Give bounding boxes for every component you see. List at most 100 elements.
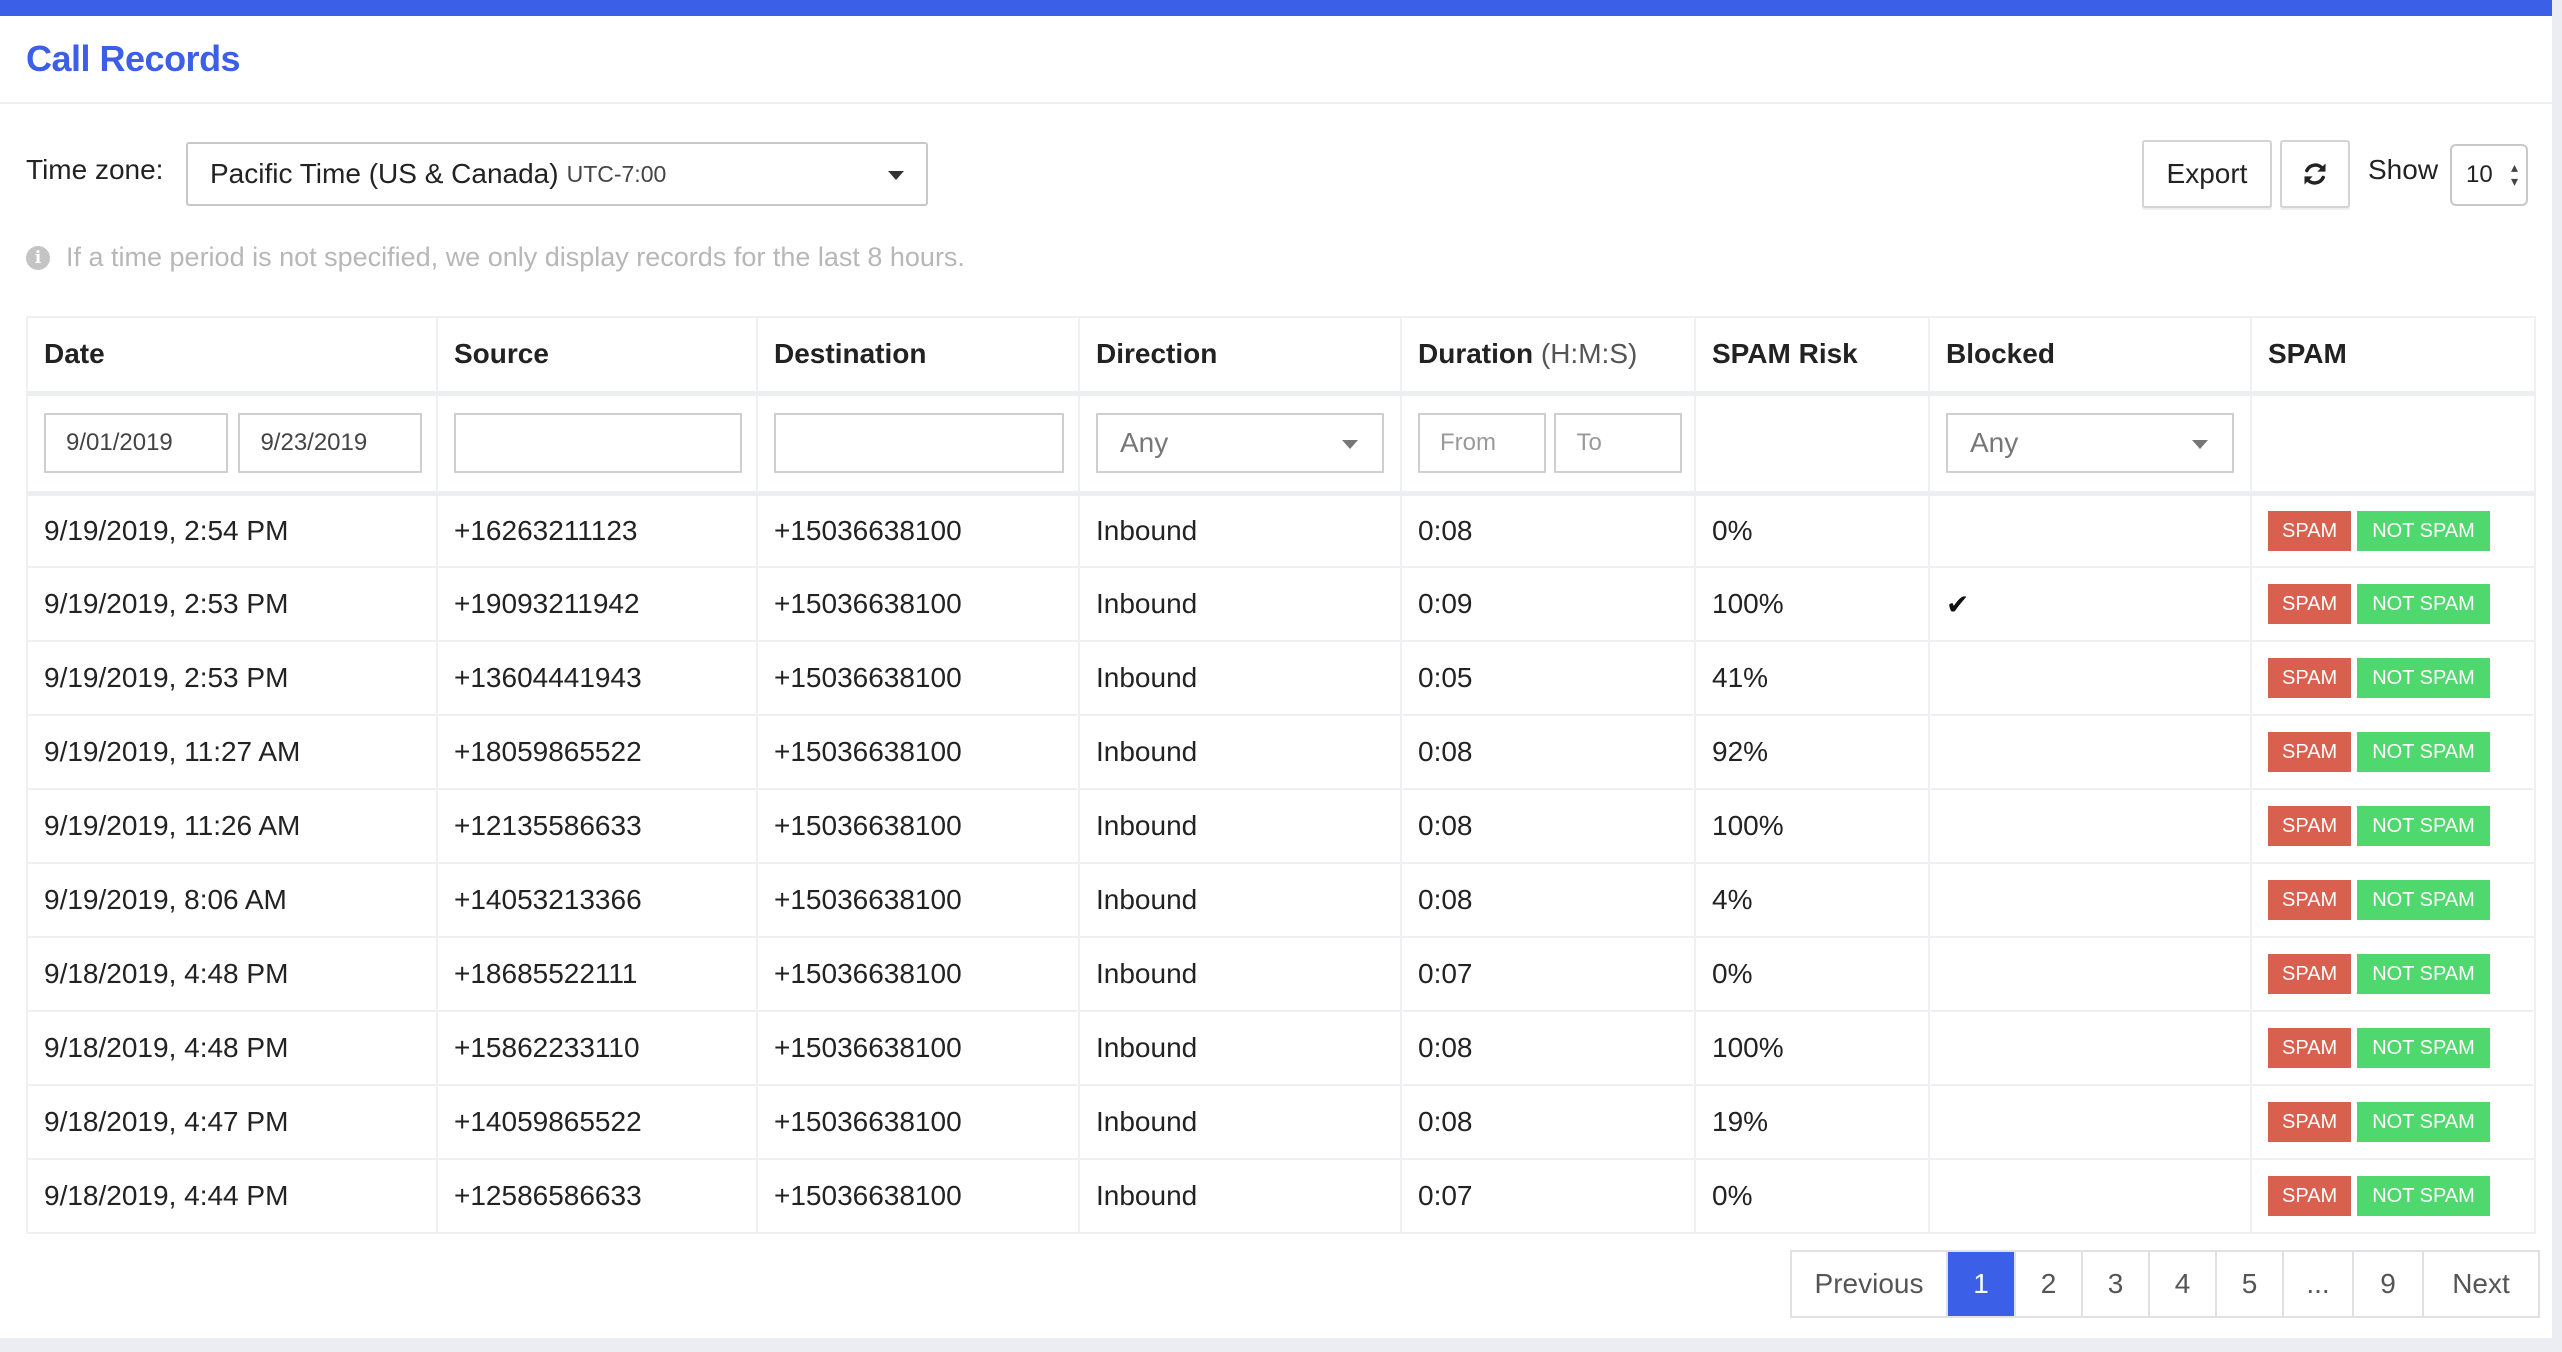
column-header-spam-risk[interactable]: SPAM Risk — [1694, 316, 1930, 396]
timezone-select[interactable]: Pacific Time (US & Canada) UTC-7:00 — [186, 142, 928, 206]
cell-source: +18685522111 — [436, 936, 758, 1012]
cell-date: 9/19/2019, 11:26 AM — [26, 788, 438, 864]
date-from-input[interactable]: 9/01/2019 — [44, 413, 228, 473]
column-header-destination[interactable]: Destination — [756, 316, 1080, 396]
header-row: Date Source Destination Direction Durati… — [26, 316, 2536, 396]
blocked-filter-select[interactable]: Any — [1946, 413, 2234, 473]
mark-not-spam-button[interactable]: NOT SPAM — [2357, 658, 2490, 698]
cell-direction: Inbound — [1078, 714, 1402, 790]
mark-spam-button[interactable]: SPAM — [2268, 510, 2352, 551]
cell-duration: 0:07 — [1400, 1158, 1696, 1234]
mark-spam-button[interactable]: SPAM — [2268, 806, 2352, 846]
table-row: 9/18/2019, 4:47 PM +14059865522 +150366381… — [26, 1084, 2536, 1160]
cell-direction: Inbound — [1078, 566, 1402, 642]
cell-date: 9/18/2019, 4:48 PM — [26, 1010, 438, 1086]
cell-spam-risk: 100% — [1694, 566, 1930, 642]
mark-spam-button[interactable]: SPAM — [2268, 954, 2352, 994]
source-filter-cell — [436, 392, 758, 496]
timezone-value: Pacific Time (US & Canada) — [210, 158, 559, 189]
mark-not-spam-button[interactable]: NOT SPAM — [2357, 510, 2490, 551]
mark-not-spam-button[interactable]: NOT SPAM — [2357, 1102, 2490, 1142]
cell-destination: +15036638100 — [756, 862, 1080, 938]
cell-direction: Inbound — [1078, 788, 1402, 864]
cell-destination: +15036638100 — [756, 640, 1080, 716]
blocked-filter-value: Any — [1970, 427, 2019, 458]
page-button-9[interactable]: 9 — [2354, 1252, 2424, 1316]
cell-spam-risk: 100% — [1694, 1010, 1930, 1086]
cell-date: 9/19/2019, 2:53 PM — [26, 566, 438, 642]
source-filter-input[interactable] — [454, 413, 742, 473]
cell-spam-actions: SPAM NOT SPAM — [2250, 862, 2536, 938]
cell-duration: 0:08 — [1400, 862, 1696, 938]
mark-not-spam-button[interactable]: NOT SPAM — [2357, 584, 2490, 624]
cell-blocked — [1928, 1010, 2252, 1086]
cell-spam-risk: 19% — [1694, 1084, 1930, 1160]
column-header-duration[interactable]: Duration (H:M:S) — [1400, 316, 1696, 396]
cell-duration: 0:09 — [1400, 566, 1696, 642]
column-header-spam: SPAM — [2250, 316, 2536, 396]
spinner-icon: ▴ ▾ — [2510, 159, 2518, 189]
spam-risk-filter-cell — [1694, 392, 1930, 496]
notice: i If a time period is not specified, we … — [26, 242, 965, 273]
previous-page-button[interactable]: Previous — [1792, 1252, 1948, 1316]
mark-spam-button[interactable]: SPAM — [2268, 1028, 2352, 1068]
destination-filter-input[interactable] — [774, 413, 1064, 473]
page-button-2[interactable]: 2 — [2016, 1252, 2083, 1316]
mark-spam-button[interactable]: SPAM — [2268, 880, 2352, 920]
cell-spam-actions: SPAM NOT SPAM — [2250, 1010, 2536, 1086]
page-button-3[interactable]: 3 — [2083, 1252, 2150, 1316]
mark-not-spam-button[interactable]: NOT SPAM — [2357, 806, 2490, 846]
cell-blocked — [1928, 640, 2252, 716]
cell-spam-actions: SPAM NOT SPAM — [2250, 566, 2536, 642]
refresh-button[interactable] — [2280, 140, 2350, 208]
timezone-label: Time zone: — [26, 154, 164, 185]
direction-filter-cell: Any — [1078, 392, 1402, 496]
cell-destination: +15036638100 — [756, 1084, 1080, 1160]
column-header-blocked[interactable]: Blocked — [1928, 316, 2252, 396]
cell-spam-actions: SPAM NOT SPAM — [2250, 1158, 2536, 1234]
duration-to-input[interactable]: To — [1554, 413, 1683, 473]
column-header-date[interactable]: Date — [26, 316, 438, 396]
cell-destination: +15036638100 — [756, 936, 1080, 1012]
cell-spam-actions: SPAM NOT SPAM — [2250, 714, 2536, 790]
date-to-input[interactable]: 9/23/2019 — [238, 413, 423, 473]
cell-blocked — [1928, 788, 2252, 864]
page-button-5[interactable]: 5 — [2217, 1252, 2284, 1316]
cell-duration: 0:07 — [1400, 936, 1696, 1012]
cell-date: 9/19/2019, 2:53 PM — [26, 640, 438, 716]
cell-direction: Inbound — [1078, 640, 1402, 716]
page-button-1[interactable]: 1 — [1948, 1252, 2016, 1316]
mark-spam-button[interactable]: SPAM — [2268, 658, 2352, 698]
cell-spam-risk: 41% — [1694, 640, 1930, 716]
column-header-source[interactable]: Source — [436, 316, 758, 396]
chevron-down-icon — [1342, 440, 1358, 449]
mark-not-spam-button[interactable]: NOT SPAM — [2357, 732, 2490, 772]
table-row: 9/19/2019, 2:54 PM +16263211123 +150366381… — [26, 492, 2536, 568]
cell-date: 9/18/2019, 4:47 PM — [26, 1084, 438, 1160]
mark-spam-button[interactable]: SPAM — [2268, 1176, 2352, 1216]
mark-spam-button[interactable]: SPAM — [2268, 732, 2352, 772]
column-header-duration-label: Duration — [1418, 338, 1534, 370]
page-button-4[interactable]: 4 — [2150, 1252, 2217, 1316]
export-button[interactable]: Export — [2142, 140, 2272, 208]
column-header-direction[interactable]: Direction — [1078, 316, 1402, 396]
page-size-select[interactable]: 10 ▴ ▾ — [2450, 144, 2528, 206]
mark-not-spam-button[interactable]: NOT SPAM — [2357, 880, 2490, 920]
direction-filter-value: Any — [1120, 427, 1169, 458]
direction-filter-select[interactable]: Any — [1096, 413, 1384, 473]
cell-duration: 0:08 — [1400, 714, 1696, 790]
call-records-table: Date Source Destination Direction Durati… — [26, 316, 2536, 1234]
duration-from-input[interactable]: From — [1418, 413, 1546, 473]
cell-date: 9/18/2019, 4:48 PM — [26, 936, 438, 1012]
mark-spam-button[interactable]: SPAM — [2268, 1102, 2352, 1142]
mark-not-spam-button[interactable]: NOT SPAM — [2357, 1028, 2490, 1068]
mark-not-spam-button[interactable]: NOT SPAM — [2357, 1176, 2490, 1216]
cell-spam-actions: SPAM NOT SPAM — [2250, 640, 2536, 716]
mark-spam-button[interactable]: SPAM — [2268, 584, 2352, 624]
chevron-down-icon — [888, 171, 904, 180]
timezone-offset: UTC-7:00 — [566, 160, 667, 187]
cell-source: +14053213366 — [436, 862, 758, 938]
mark-not-spam-button[interactable]: NOT SPAM — [2357, 954, 2490, 994]
date-filter-cell: 9/01/2019 9/23/2019 — [26, 392, 438, 496]
next-page-button[interactable]: Next — [2424, 1252, 2538, 1316]
